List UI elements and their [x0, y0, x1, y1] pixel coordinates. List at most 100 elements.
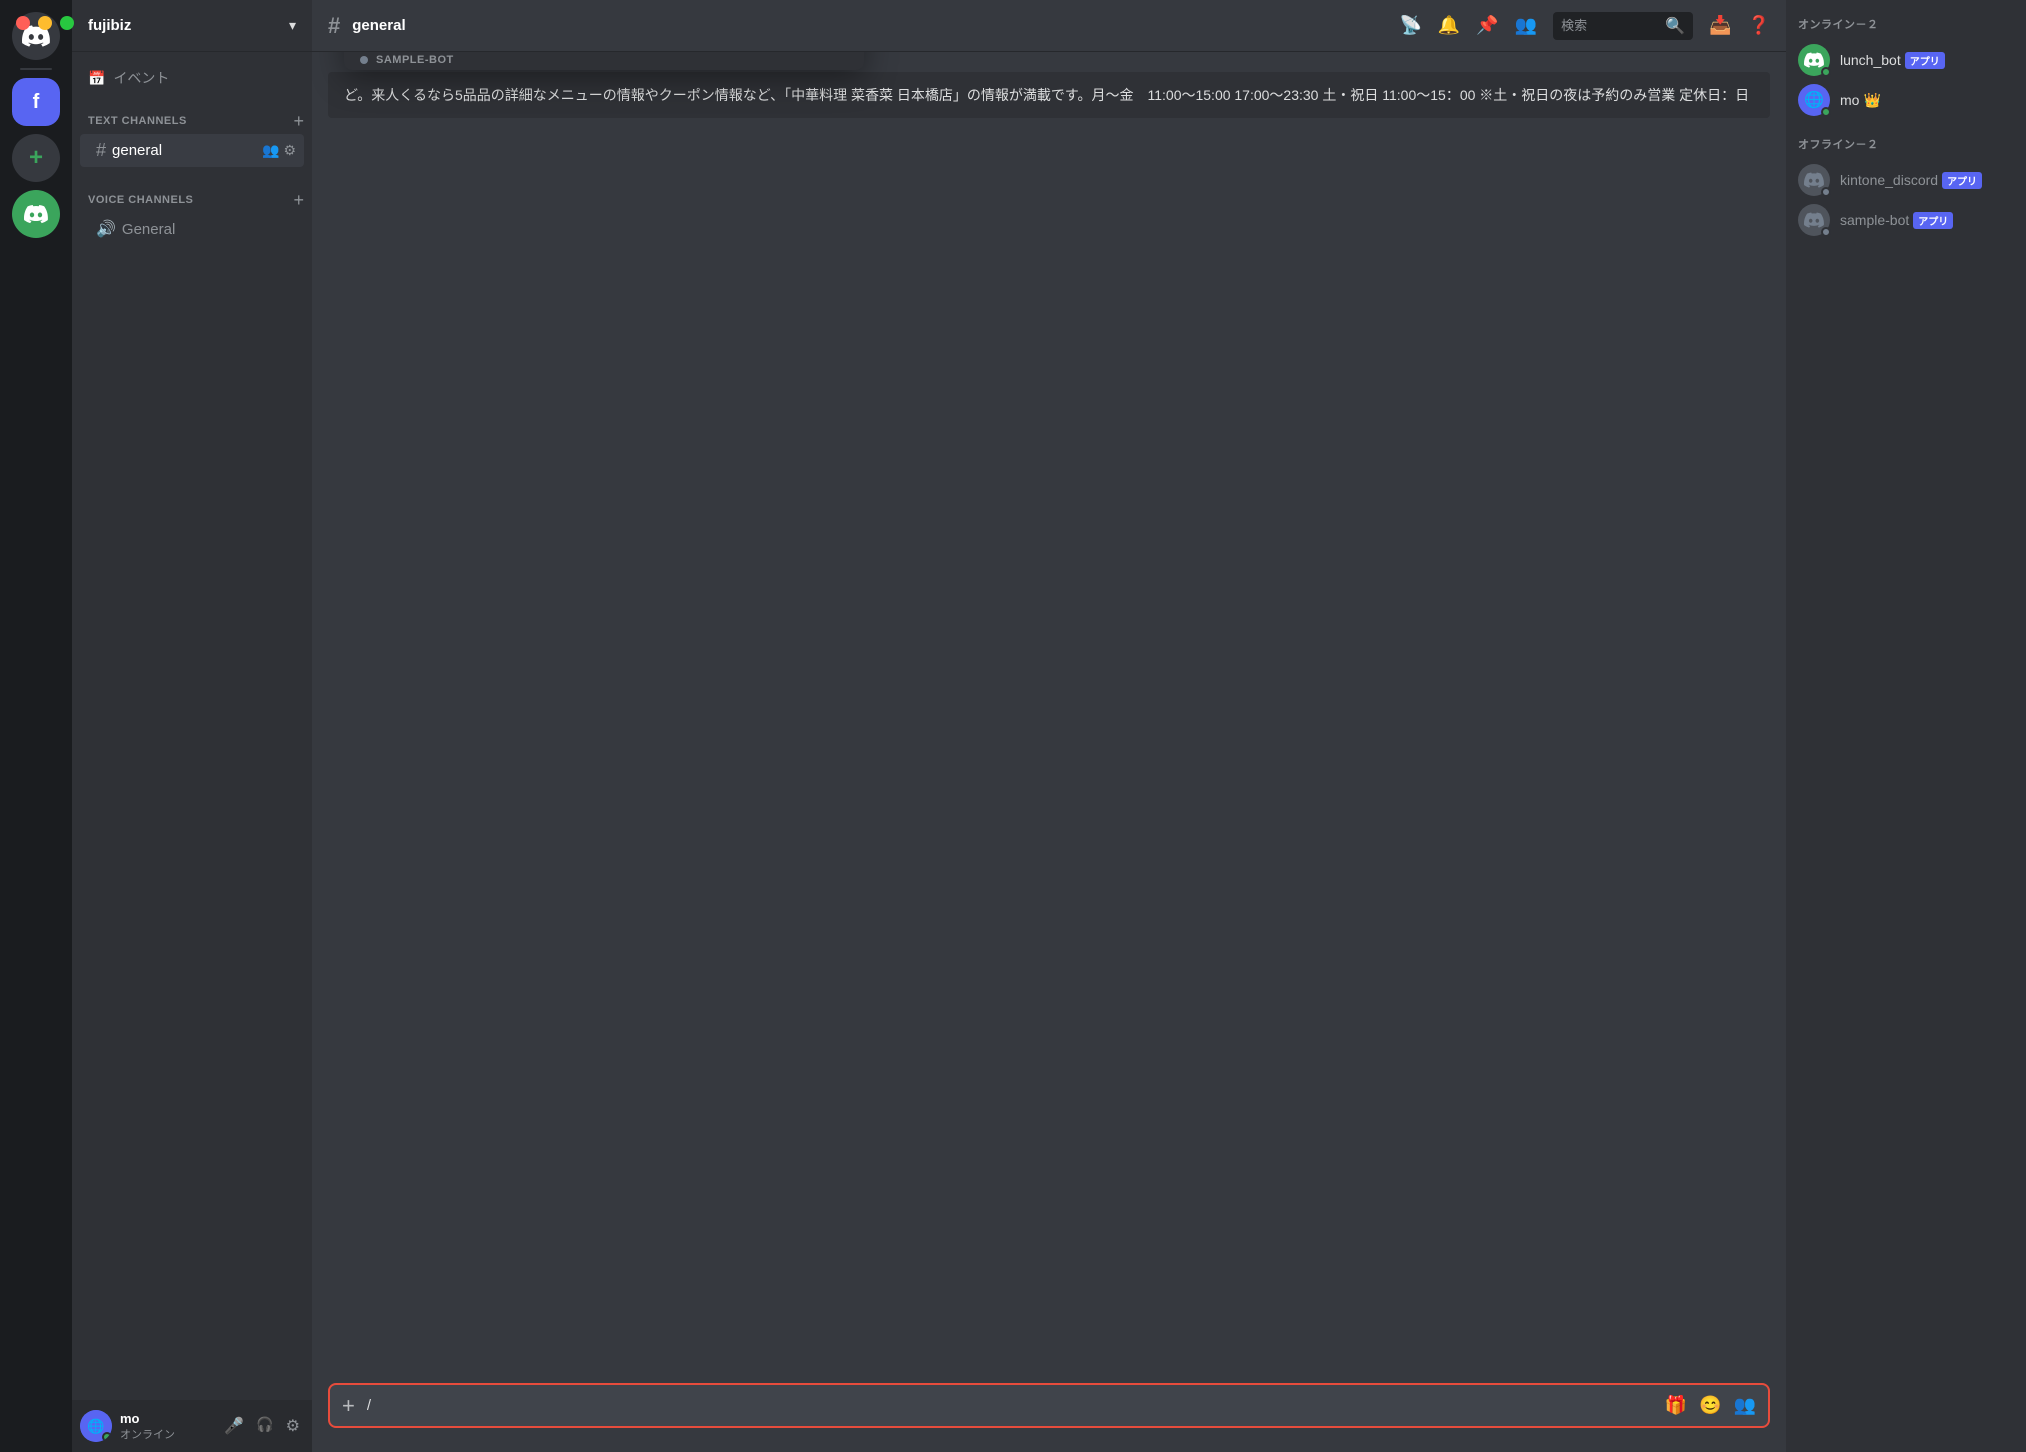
kintone-name-row: kintone_discord アプリ	[1840, 172, 1982, 189]
settings-icon[interactable]: ⚙	[283, 142, 296, 159]
maximize-button[interactable]	[60, 16, 74, 30]
kintone-info: kintone_discord アプリ	[1840, 172, 1982, 189]
server-header[interactable]: fujibiz ▾	[72, 0, 312, 52]
headphones-button[interactable]: 🎧	[252, 1412, 277, 1440]
text-channels-section: TEXT CHANNELS + # general 👥 ⚙	[72, 96, 312, 167]
member-item-mo[interactable]: 🌐 mo 👑	[1798, 80, 2014, 120]
mo-status	[1821, 107, 1831, 117]
channel-name-general: general	[112, 142, 256, 159]
add-server-button[interactable]: +	[12, 134, 60, 182]
emoji-icon[interactable]: 😊	[1699, 1395, 1721, 1416]
offline-header: オフライン－２	[1798, 136, 2014, 152]
channel-name-voice-general: General	[122, 221, 296, 238]
command-popup: 🕐 よく使うスラッシュコマンド /add-lunch 日本橋のランチ候補の店..…	[344, 52, 864, 70]
pin-icon[interactable]: 📌	[1476, 15, 1498, 36]
server-name: fujibiz	[88, 17, 131, 34]
text-channels-category: TEXT CHANNELS +	[72, 96, 312, 134]
search-bar[interactable]: 🔍	[1553, 12, 1693, 40]
chat-input-container: + 🎁 😊 👥	[328, 1383, 1770, 1428]
user-display-name: mo	[120, 1411, 212, 1426]
sample-bot-name-row: sample-bot アプリ	[1840, 212, 1953, 229]
channel-hash-icon: #	[328, 13, 340, 39]
sample-bot-badge: アプリ	[1913, 212, 1953, 229]
online-members-section: オンライン－２ lunch_bot アプリ 🌐	[1798, 16, 2014, 120]
help-icon[interactable]: ❓	[1748, 15, 1770, 36]
server-list: f +	[0, 0, 72, 1452]
server-chevron-icon: ▾	[289, 17, 296, 34]
user-settings-button[interactable]: ⚙	[282, 1412, 304, 1440]
lunch-bot-info: lunch_bot アプリ	[1840, 52, 1945, 69]
search-icon: 🔍	[1665, 16, 1685, 36]
voice-channels-section: VOICE CHANNELS + 🔊 General	[72, 175, 312, 245]
chat-channel-name: general	[352, 17, 405, 34]
voice-channels-label: VOICE CHANNELS	[88, 194, 193, 206]
user-info: mo オンライン	[120, 1411, 212, 1442]
voice-channels-category: VOICE CHANNELS +	[72, 175, 312, 213]
signal-icon[interactable]: 📡	[1399, 15, 1421, 36]
channel-item-general-voice[interactable]: 🔊 General	[80, 213, 304, 245]
add-voice-channel-button[interactable]: +	[293, 191, 304, 209]
channel-action-icons: 👥 ⚙	[262, 142, 296, 159]
kintone-status	[1821, 187, 1831, 197]
mo-name-row: mo 👑	[1840, 92, 1881, 109]
mo-info: mo 👑	[1840, 92, 1881, 109]
member-avatar-mo: 🌐	[1798, 84, 1830, 116]
members-icon[interactable]: 👥	[1515, 15, 1537, 36]
event-label: イベント	[113, 68, 169, 88]
chat-header-right: 📡 🔔 📌 👥 🔍 📥 ❓	[1399, 12, 1770, 40]
chat-input-wrapper: + 🎁 😊 👥	[312, 1383, 1786, 1452]
sample-bot-info: sample-bot アプリ	[1840, 212, 1953, 229]
chat-header: # general 📡 🔔 📌 👥 🔍 📥 ❓	[312, 0, 1786, 52]
mo-name: mo	[1840, 92, 1859, 108]
sample-bot-name: sample-bot	[1840, 212, 1909, 228]
lunch-bot-status	[1821, 67, 1831, 77]
chat-input-right-icons: 🎁 😊 👥	[1665, 1395, 1756, 1416]
right-sidebar: オンライン－２ lunch_bot アプリ 🌐	[1786, 0, 2026, 1452]
kintone-name: kintone_discord	[1840, 172, 1938, 188]
inbox-icon[interactable]: 📥	[1709, 15, 1731, 36]
fujibiz-server-icon[interactable]: f	[12, 78, 60, 126]
sample-bot-status	[1821, 227, 1831, 237]
calendar-icon: 📅	[88, 70, 105, 87]
user-bar: 🌐 mo オンライン 🎤 🎧 ⚙	[72, 1400, 312, 1452]
green-server-icon[interactable]	[12, 190, 60, 238]
member-avatar-lunch-bot	[1798, 44, 1830, 76]
lunch-bot-badge: アプリ	[1905, 52, 1945, 69]
gift-icon[interactable]: 🎁	[1665, 1395, 1687, 1416]
user-avatar: 🌐	[80, 1410, 112, 1442]
kintone-badge: アプリ	[1942, 172, 1982, 189]
mo-crown-icon: 👑	[1863, 92, 1880, 109]
offline-members-section: オフライン－２ kintone_discord アプリ	[1798, 136, 2014, 240]
notification-bell-icon[interactable]: 🔔	[1438, 15, 1460, 36]
message-block: ど。来人くるなら5品品の詳細なメニューの情報やクーポン情報など、「中華料理 菜香…	[328, 68, 1770, 130]
mute-button[interactable]: 🎤	[220, 1412, 248, 1440]
add-text-channel-button[interactable]: +	[293, 112, 304, 130]
member-item-kintone[interactable]: kintone_discord アプリ	[1798, 160, 2014, 200]
server-divider	[20, 68, 52, 70]
server-letter: f	[33, 91, 40, 114]
speaker-icon: 🔊	[96, 219, 116, 239]
search-input[interactable]	[1561, 18, 1657, 33]
add-attachment-button[interactable]: +	[342, 1393, 355, 1419]
close-button[interactable]	[16, 16, 30, 30]
user-status-indicator	[102, 1432, 112, 1442]
sample-bot-status-dot	[360, 56, 368, 64]
user-controls: 🎤 🎧 ⚙	[220, 1412, 304, 1440]
online-header: オンライン－２	[1798, 16, 2014, 32]
sample-bot-section-header: SAMPLE-BOT	[344, 52, 864, 70]
main-content: # general 📡 🔔 📌 👥 🔍 📥 ❓ ど。来人くるなら5品品の詳細なメ…	[312, 0, 1786, 1452]
member-avatar-kintone	[1798, 164, 1830, 196]
sample-bot-section-label: SAMPLE-BOT	[376, 54, 454, 66]
text-channels-label: TEXT CHANNELS	[88, 115, 187, 127]
message-text: ど。来人くるなら5品品の詳細なメニューの情報やクーポン情報など、「中華料理 菜香…	[328, 72, 1770, 118]
channel-sidebar: fujibiz ▾ 📅 イベント TEXT CHANNELS + # gener…	[72, 0, 312, 1452]
member-item-lunch-bot[interactable]: lunch_bot アプリ	[1798, 40, 2014, 80]
minimize-button[interactable]	[38, 16, 52, 30]
event-item[interactable]: 📅 イベント	[72, 60, 312, 96]
message-input[interactable]	[367, 1385, 1653, 1426]
lunch-bot-name-row: lunch_bot アプリ	[1840, 52, 1945, 69]
member-item-sample-bot[interactable]: sample-bot アプリ	[1798, 200, 2014, 240]
add-member-icon[interactable]: 👥	[262, 142, 279, 159]
invite-people-icon[interactable]: 👥	[1734, 1395, 1756, 1416]
channel-item-general[interactable]: # general 👥 ⚙	[80, 134, 304, 167]
